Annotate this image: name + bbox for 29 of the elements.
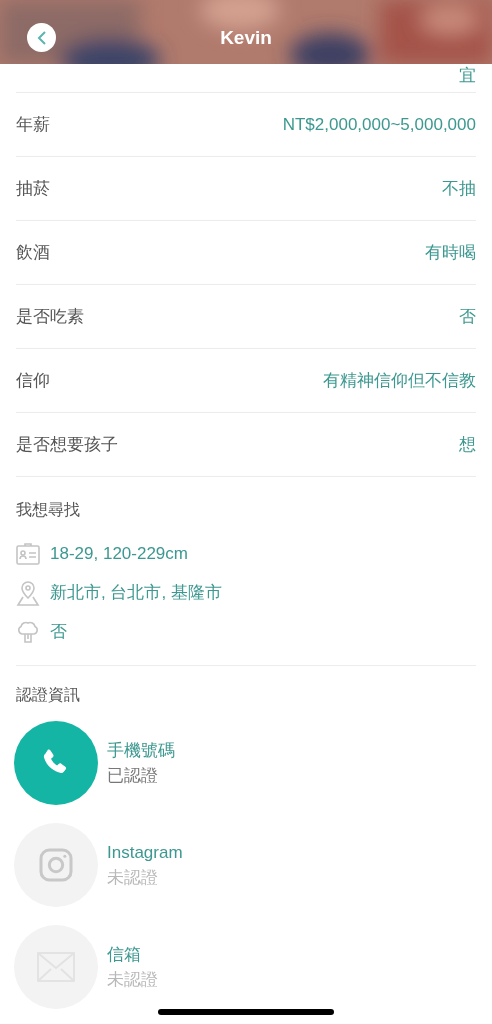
row-value: 有時喝 <box>425 241 476 264</box>
verification-name: Instagram <box>107 841 183 864</box>
row-value: 宜 <box>459 64 476 87</box>
preference-text: 否 <box>50 620 67 643</box>
preference-text: 新北市, 台北市, 基隆市 <box>50 581 222 604</box>
row-value: 有精神信仰但不信教 <box>323 369 476 392</box>
verification-name: 手機號碼 <box>107 739 175 762</box>
section-title: 認證資訊 <box>16 685 81 705</box>
broccoli-icon <box>16 619 40 644</box>
row-value: 否 <box>459 305 476 328</box>
row-label: 飲酒 <box>16 241 50 264</box>
row-value: NT$2,000,000~5,000,000 <box>282 113 476 136</box>
row-label: 抽菸 <box>16 177 50 200</box>
id-card-icon <box>16 542 40 565</box>
verification-status: 未認證 <box>107 969 158 991</box>
verification-status: 已認證 <box>107 765 159 787</box>
row-label: 是否想要孩子 <box>16 433 118 456</box>
location-pin-icon <box>16 579 40 606</box>
preference-text: 18-29, 120-229cm <box>50 542 188 565</box>
back-icon <box>36 30 47 45</box>
row-label: 是否吃素 <box>16 305 84 328</box>
row-value: 不抽 <box>442 177 476 200</box>
verification-name: 信箱 <box>107 943 142 966</box>
header-title: Kevin <box>220 25 272 50</box>
verification-status: 未認證 <box>107 867 159 889</box>
section-title: 我想尋找 <box>16 500 81 520</box>
row-label: 信仰 <box>16 369 50 392</box>
row-label: 年薪 <box>16 113 50 136</box>
row-value: 想 <box>459 433 476 456</box>
